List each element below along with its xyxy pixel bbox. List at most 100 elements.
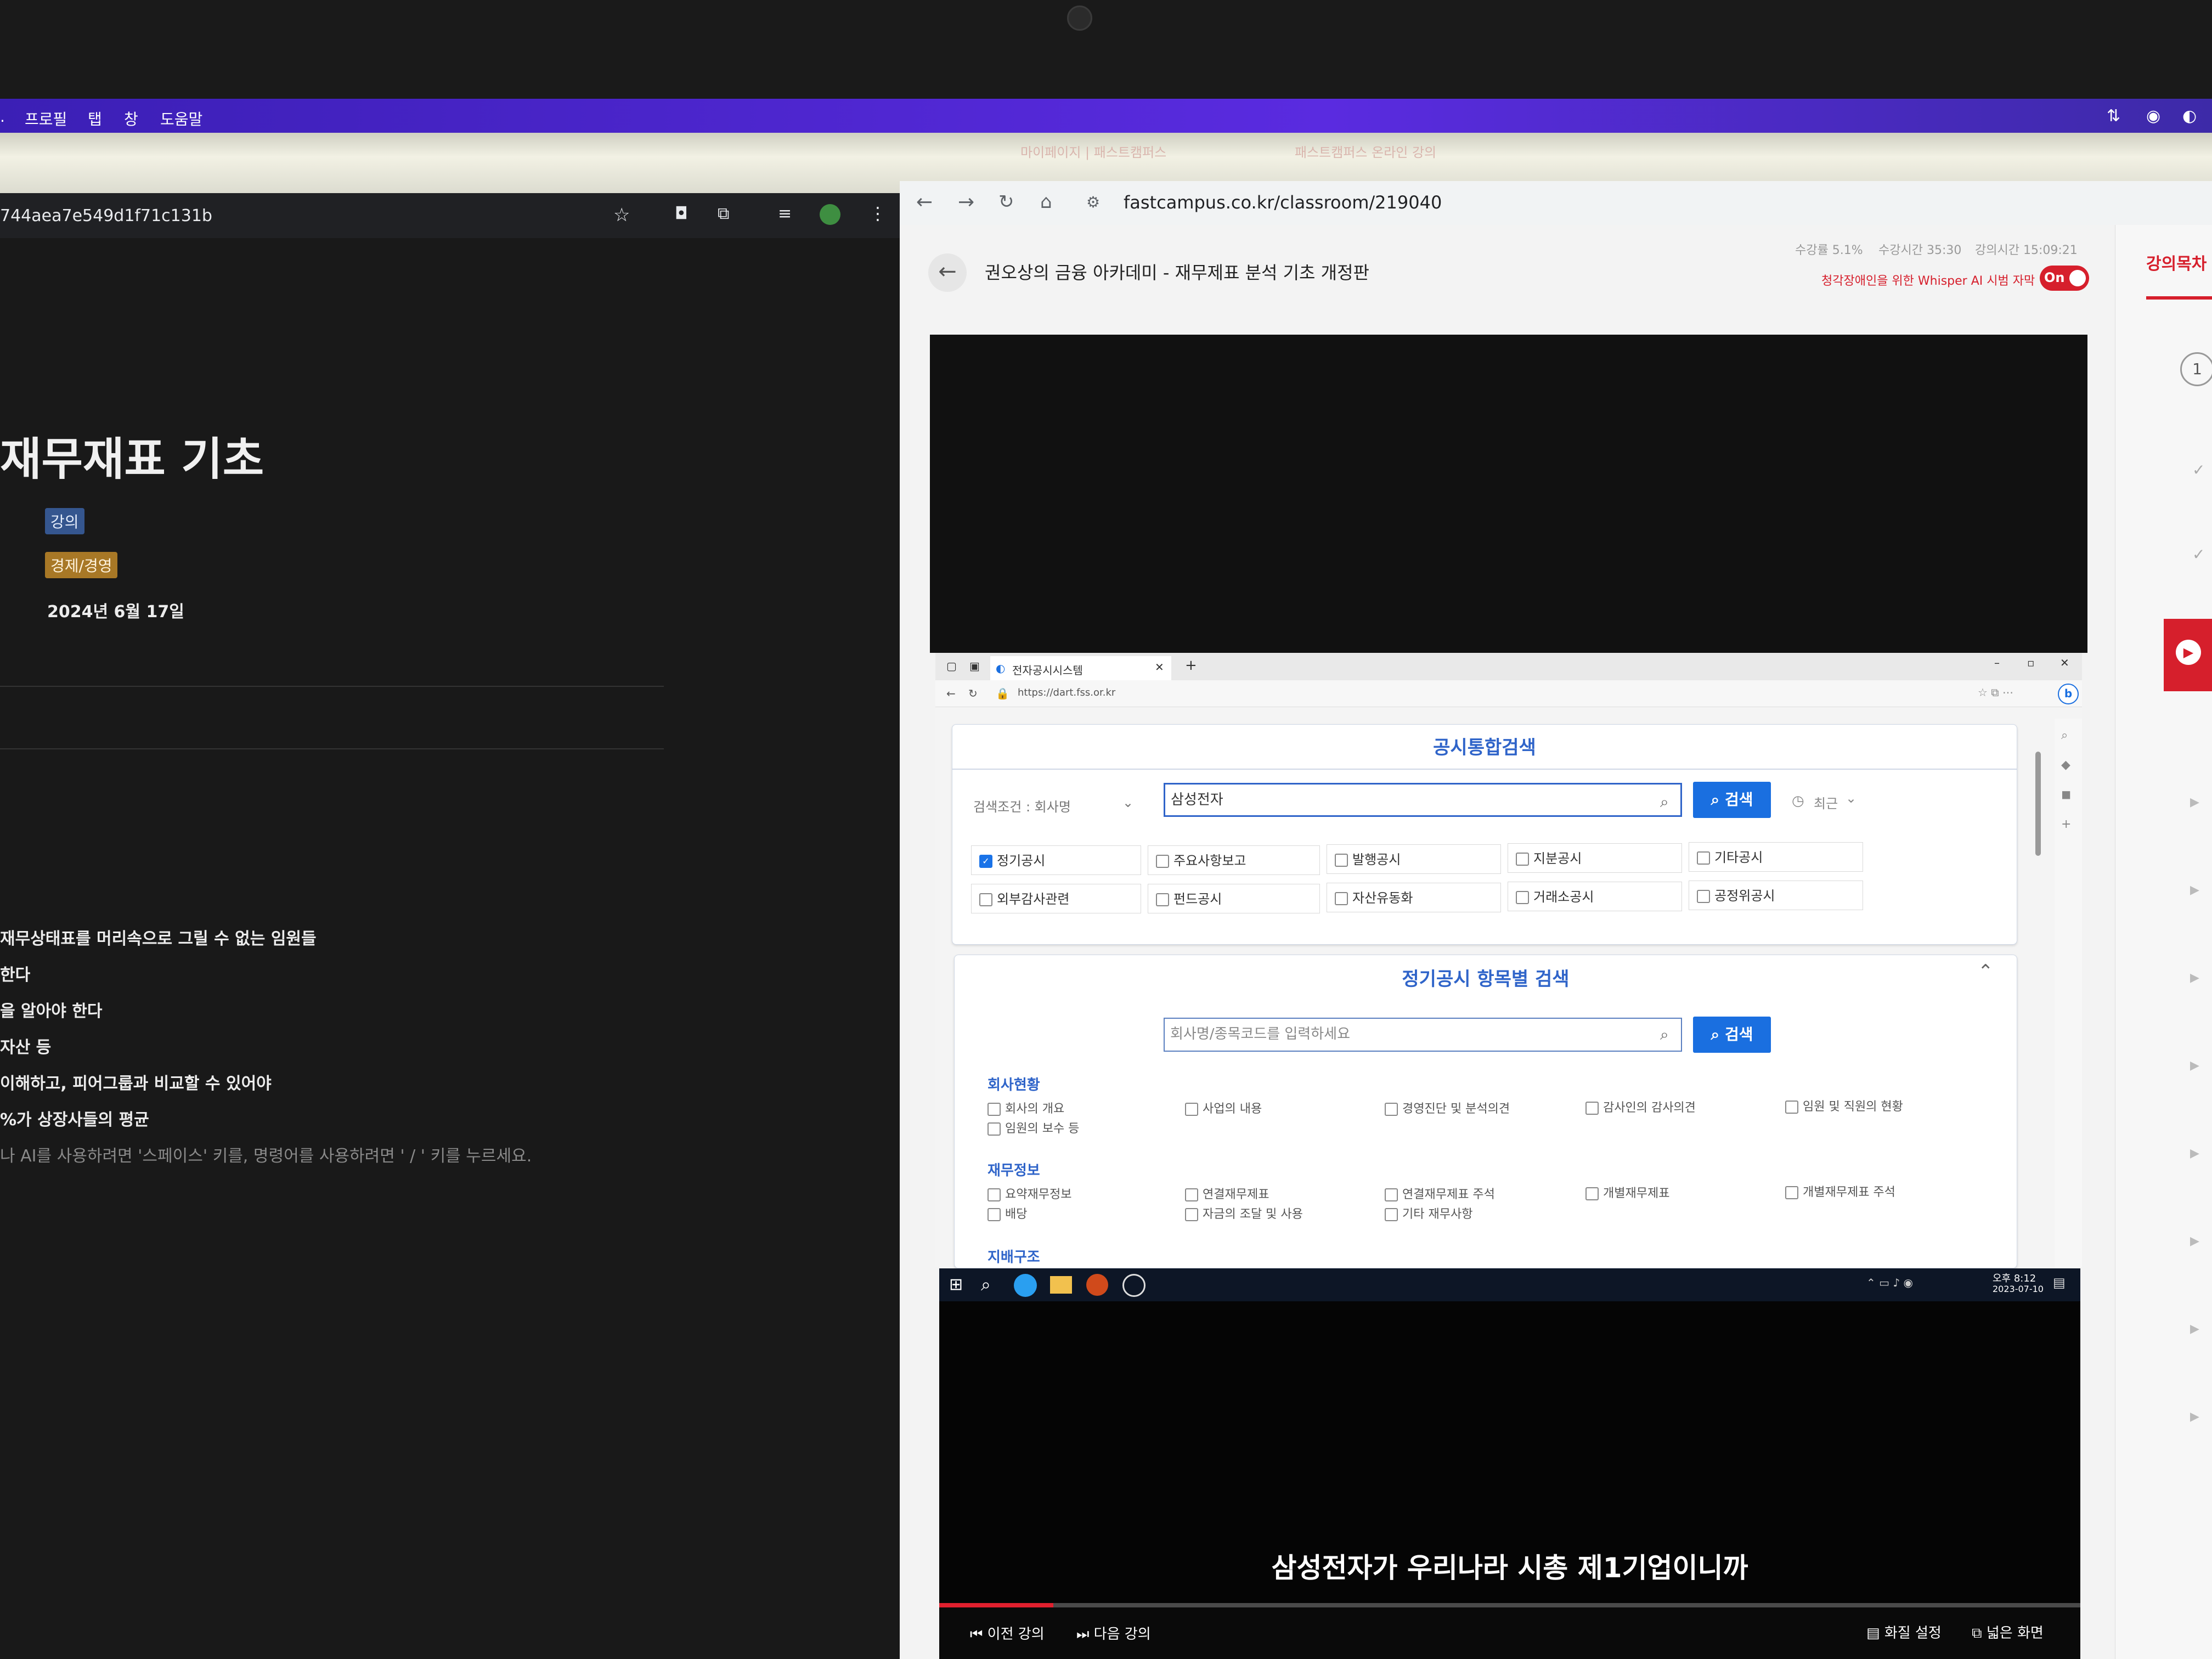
item-checkbox: 감사인의 감사의견 <box>1585 1098 1696 1115</box>
panel-divider <box>952 769 2017 770</box>
play-small-icon[interactable]: ▶ <box>2190 1059 2199 1073</box>
body-line: 자산 등 <box>0 1038 52 1057</box>
recorded-url: https://dart.fss.or.kr <box>1018 687 1116 698</box>
skip-back-icon: ⏮ <box>970 1626 988 1643</box>
body-line: %가 상장사들의 평균 <box>0 1110 149 1130</box>
play-icon: ▶ <box>2176 640 2201 665</box>
tag-lecture[interactable]: 강의 <box>45 508 84 534</box>
screen-record-icon[interactable]: ◉ <box>2146 106 2160 126</box>
search-button-label: 검색 <box>1724 791 1753 809</box>
item-label: 기타 재무사항 <box>1402 1207 1473 1221</box>
whisper-label: 청각장애인을 위한 Whisper AI 시범 자막 <box>1821 274 2035 288</box>
monitor-bezel <box>0 0 2212 99</box>
video-subtitle: 삼성전자가 우리나라 시총 제1기업이니까 <box>1271 1552 1748 1584</box>
bing-icon: b <box>2058 684 2079 704</box>
wide-screen-button[interactable]: ⧉ 넓은 화면 <box>1972 1622 2044 1642</box>
tab-classroom[interactable]: 패스트캠퍼스 온라인 강의 <box>1295 142 1436 161</box>
checkbox-icon <box>1585 1102 1599 1115</box>
more-menu-icon[interactable]: ⋮ <box>869 203 887 224</box>
tab-actions-icon: ▢ <box>946 659 957 673</box>
play-small-icon[interactable]: ▶ <box>2190 1234 2199 1248</box>
item-label: 개별재무제표 주석 <box>1803 1186 1895 1199</box>
search-panel: 공시통합검색 검색조건 : 회사명 ⌄ 삼성전자 ⌕ ⌕ 검색 ◷ 최근 ⌄ ✓… <box>952 724 2017 945</box>
right-url-text[interactable]: fastcampus.co.kr/classroom/219040 <box>1124 192 1442 213</box>
tab-mypage[interactable]: 마이페이지 | 패스트캠퍼스 <box>1020 142 1166 161</box>
quality-button[interactable]: ▤ 화질 설정 <box>1866 1622 1942 1642</box>
play-small-icon[interactable]: ▶ <box>2190 971 2199 985</box>
menu-item-window[interactable]: 창 <box>124 108 138 129</box>
right-address-bar: ← → ↻ ⌂ ⚙ fastcampus.co.kr/classroom/219… <box>900 181 2212 225</box>
windows-start-icon: ⊞ <box>949 1275 963 1294</box>
chevron-down-icon: ⌄ <box>1846 791 1857 806</box>
bookmark-star-icon[interactable]: ☆ <box>613 204 630 226</box>
section-finance: 재무정보 <box>988 1163 1040 1179</box>
history-icon: ◷ <box>1792 793 1804 809</box>
menu-item-partial[interactable]: . <box>0 108 5 126</box>
file-explorer-icon <box>1050 1276 1072 1294</box>
site-settings-icon[interactable]: ⚙ <box>1086 193 1100 211</box>
tag-economy[interactable]: 경제/경영 <box>45 552 118 578</box>
play-small-icon[interactable]: ▶ <box>2190 1410 2199 1424</box>
checkbox-icon <box>1516 853 1529 866</box>
left-url-text[interactable]: 744aea7e549d1f71c131b <box>0 206 212 225</box>
next-lecture-button[interactable]: ⏭ 다음 강의 <box>1076 1623 1151 1643</box>
status-icon[interactable]: ⇅ <box>2107 106 2120 126</box>
prev-lecture-button[interactable]: ⏮ 이전 강의 <box>970 1623 1045 1643</box>
forward-icon[interactable]: → <box>958 191 974 213</box>
video-frame-top[interactable] <box>930 335 2087 653</box>
item-search-button-label: 검색 <box>1724 1025 1753 1043</box>
profile-avatar[interactable] <box>820 204 840 225</box>
menu-item-profile[interactable]: 프로필 <box>25 108 67 129</box>
search-icon: ⌕ <box>1660 1025 1669 1043</box>
play-small-icon[interactable]: ▶ <box>2190 883 2199 897</box>
item-checkbox: 요약재무정보 <box>988 1184 1071 1202</box>
tab-close-icon: ✕ <box>1155 661 1164 674</box>
home-icon[interactable]: ⌂ <box>1040 191 1052 213</box>
extensions-icon[interactable]: ⧉ <box>718 204 729 223</box>
whisper-toggle[interactable]: On <box>2040 266 2089 291</box>
checkbox-audit: 외부감사관련 <box>971 884 1141 913</box>
recorded-address-bar: ← ↻ 🔒 https://dart.fss.or.kr ☆ ⧉ ⋯ b <box>935 680 2082 707</box>
section-number[interactable]: 1 <box>2180 352 2212 386</box>
checkbox-issuance: 발행공시 <box>1327 844 1501 874</box>
back-icon[interactable]: ← <box>916 191 933 213</box>
item-checkbox: 연결재무제표 <box>1185 1184 1269 1202</box>
camera-icon[interactable]: ◘ <box>675 204 688 223</box>
video-frame-bottom[interactable]: 삼성전자가 우리나라 시총 제1기업이니까 <box>939 1301 2080 1603</box>
play-small-icon[interactable]: ▶ <box>2190 1322 2199 1336</box>
media-control-icon[interactable]: ≡ <box>778 204 792 223</box>
item-checkbox: 개별재무제표 <box>1585 1183 1669 1201</box>
editor-hint[interactable]: 나 AI를 사용하려면 '스페이스' 키를, 명령어를 사용하려면 ' / ' … <box>0 1142 532 1166</box>
checkbox-icon <box>988 1122 1001 1136</box>
menu-item-help[interactable]: 도움말 <box>160 108 202 129</box>
search-icon: ⌕ <box>1660 793 1669 811</box>
checkbox-icon <box>1785 1101 1798 1114</box>
close-window-icon: ✕ <box>2060 656 2069 669</box>
notification-icon: ▤ <box>2053 1275 2066 1290</box>
progress-track[interactable] <box>939 1603 2080 1607</box>
reload-icon[interactable]: ↻ <box>998 191 1014 213</box>
back-arrow-button[interactable]: ← <box>928 253 967 292</box>
left-address-bar[interactable]: 744aea7e549d1f71c131b ☆ ◘ ⧉ ≡ ⋮ <box>0 193 900 238</box>
item-checkbox: 자금의 조달 및 사용 <box>1185 1204 1303 1222</box>
checkbox-icon <box>1385 1208 1398 1221</box>
checkbox-label: 발행공시 <box>1352 852 1401 867</box>
current-lecture-marker[interactable]: ▶ <box>2164 619 2212 691</box>
checkbox-label: 공정위공시 <box>1714 888 1775 904</box>
item-label: 요약재무정보 <box>1005 1188 1072 1201</box>
recorded-outlook-icon: ◼ <box>2061 788 2072 802</box>
play-small-icon[interactable]: ▶ <box>2190 1147 2199 1160</box>
dark-mode-icon[interactable]: ◐ <box>2182 106 2197 126</box>
item-search-panel: 정기공시 항목별 검색 ⌃ 회사명/종목코드를 입력하세요 ⌕ ⌕ 검색 회사현… <box>954 955 2017 1268</box>
page-title: 재무재표 기초 <box>0 433 264 486</box>
recent-label: 최근 <box>1814 796 1838 811</box>
minimize-icon: – <box>1994 656 2000 669</box>
sidebar-title[interactable]: 강의목차 <box>2146 250 2207 274</box>
search-icon: ⌕ <box>1711 791 1725 809</box>
checked-icon: ✓ <box>979 855 992 868</box>
play-small-icon[interactable]: ▶ <box>2190 795 2199 809</box>
wide-label: 넓은 화면 <box>1986 1625 2044 1641</box>
checkbox-major: 주요사항보고 <box>1148 845 1320 875</box>
menu-bar: . 프로필 탭 창 도움말 ⇅ ◉ ◐ <box>0 99 2212 133</box>
menu-item-tab[interactable]: 탭 <box>88 108 102 129</box>
